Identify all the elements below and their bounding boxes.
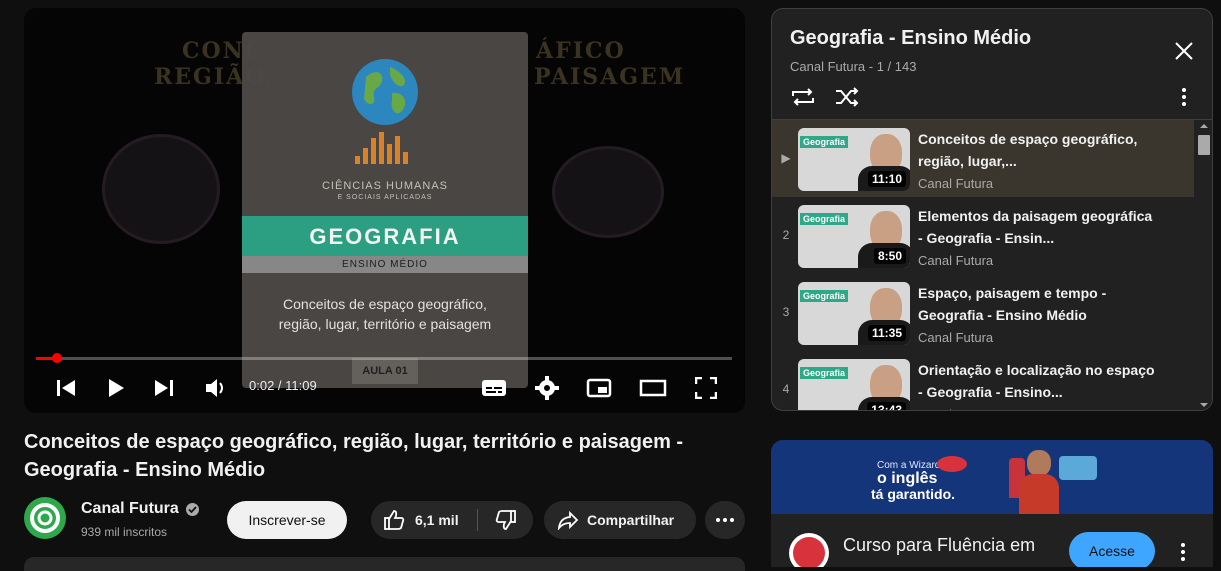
card-lesson-title: Conceitos de espaço geográfico, região, … <box>278 296 492 332</box>
playlist-item[interactable]: 3 Geografia 11:35 Espaço, paisagem e tempo … <box>772 274 1194 351</box>
fullscreen-icon[interactable] <box>692 374 720 402</box>
channel-avatar[interactable] <box>24 497 66 539</box>
playlist-item-thumbnail[interactable]: Geografia 13:43 <box>798 359 910 410</box>
card-subject: GEOGRAFIA <box>242 216 528 256</box>
dislike-button[interactable] <box>478 501 533 539</box>
playlist-item-index: ▶ <box>781 151 791 165</box>
progress-bar[interactable] <box>36 357 732 360</box>
ad-menu-icon[interactable] <box>1180 542 1186 562</box>
subscriber-count: 939 mil inscritos <box>81 525 168 539</box>
duration-badge: 11:35 <box>867 325 906 341</box>
playlist-title[interactable]: Geografia - Ensino Médio <box>790 27 1031 50</box>
duration-badge: 13:43 <box>867 402 906 410</box>
ad-advertiser-logo <box>789 533 829 567</box>
globe-icon <box>352 59 418 125</box>
like-button[interactable]: 6,1 mil <box>371 501 477 539</box>
next-icon[interactable] <box>150 374 178 402</box>
video-player[interactable]: CONC REGIÃO, ÁFICO PAISAGEM CIÊNCIAS HUM… <box>24 8 745 413</box>
playlist-menu-icon[interactable] <box>1181 87 1187 107</box>
ad-title[interactable]: Curso para Fluência em <box>843 535 1035 556</box>
chalk-text-right2: PAISAGEM <box>534 64 686 90</box>
thumb-tag: Geografia <box>800 136 849 148</box>
thumb-tag: Geografia <box>800 213 849 225</box>
more-actions-button[interactable] <box>705 501 745 539</box>
chalk-globe-drawing <box>102 134 220 244</box>
like-count: 6,1 mil <box>415 512 459 528</box>
playlist-items: ▶ Geografia 11:10 Conceitos de espaço geogr… <box>772 120 1194 410</box>
playlist-item[interactable]: 2 Geografia 8:50 Elementos da paisagem geog… <box>772 197 1194 274</box>
thumbs-up-icon <box>383 509 405 531</box>
playlist-panel: Geografia - Ensino Médio Canal Futura - … <box>771 8 1213 411</box>
more-horizontal-icon <box>716 518 734 522</box>
chalk-text-right: ÁFICO <box>536 38 626 64</box>
playlist-item-index: 4 <box>782 382 790 396</box>
playlist-meta: Canal Futura - 1 / 143 <box>790 59 917 74</box>
playlist-item-title: Elementos da paisagem geográfica - Geogr… <box>918 208 1153 246</box>
playlist-item-index: 3 <box>782 305 790 319</box>
subscribe-button[interactable]: Inscrever-se <box>227 501 347 539</box>
duration-badge: 8:50 <box>873 248 906 264</box>
ad-person <box>1019 450 1059 514</box>
description-box[interactable] <box>24 557 745 571</box>
lesson-card: CIÊNCIAS HUMANAS E SOCIAIS APLICADAS GEO… <box>242 32 528 388</box>
playlist-item[interactable]: 4 Geografia 13:43 Orientação e localização … <box>772 351 1194 410</box>
like-dislike-group: 6,1 mil <box>371 501 533 539</box>
ad-cta-button[interactable]: Acesse <box>1069 532 1155 567</box>
ad-banner[interactable]: Com a Wizard, o inglês tá garantido. <box>771 440 1213 514</box>
playlist-item-thumbnail[interactable]: Geografia 8:50 <box>798 205 910 268</box>
playlist-item-thumbnail[interactable]: Geografia 11:35 <box>798 282 910 345</box>
verified-badge-icon <box>186 503 199 516</box>
volume-icon[interactable] <box>202 374 230 402</box>
playlist-item-channel: Canal Futura <box>918 330 994 345</box>
playlist-item-index: 2 <box>782 228 790 242</box>
scrubber-handle[interactable] <box>51 353 62 363</box>
playlist-item-title: Espaço, paisagem e tempo - Geografia - E… <box>918 285 1107 323</box>
card-category: CIÊNCIAS HUMANAS <box>321 180 449 192</box>
channel-name[interactable]: Canal Futura <box>81 500 179 518</box>
playlist-item-channel: Canal Futura <box>918 176 994 191</box>
thumbs-down-icon <box>495 509 517 531</box>
miniplayer-icon[interactable] <box>585 374 613 402</box>
video-title: Conceitos de espaço geográfico, região, … <box>24 431 684 481</box>
chart-bars-icon <box>355 132 415 164</box>
thumb-tag: Geografia <box>800 367 849 379</box>
playlist-item-title: Orientação e localização no espaço - Geo… <box>918 362 1155 400</box>
playlist-scrollbar[interactable] <box>1196 120 1212 410</box>
playlist-item-thumbnail[interactable]: Geografia 11:10 <box>798 128 910 191</box>
duration-badge: 11:10 <box>867 171 906 187</box>
card-level: ENSINO MÉDIO <box>242 256 528 273</box>
thumb-tag: Geografia <box>800 290 849 302</box>
wizard-logo-icon <box>937 456 967 472</box>
share-icon <box>557 510 579 530</box>
ad-panel[interactable]: Com a Wizard, o inglês tá garantido. Cur… <box>771 440 1213 567</box>
share-label: Compartilhar <box>587 512 675 528</box>
playlist-item[interactable]: ▶ Geografia 11:10 Conceitos de espaço geogr… <box>772 120 1194 197</box>
time-display: 0:02 / 11:09 <box>249 378 317 393</box>
chalk-heart-drawing <box>552 146 664 238</box>
card-lesson-tag: AULA 01 <box>352 358 418 384</box>
shuffle-icon[interactable] <box>834 85 860 109</box>
ad-banner-big2: tá garantido. <box>871 486 956 502</box>
playlist-item-title: Conceitos de espaço geográfico, região, … <box>918 131 1138 169</box>
playlist-item-channel: Canal Futura <box>918 253 994 268</box>
play-icon[interactable] <box>102 374 130 402</box>
loop-icon[interactable] <box>790 85 816 109</box>
subtitles-icon[interactable] <box>480 374 508 402</box>
close-icon[interactable] <box>1172 39 1196 63</box>
card-category-sub: E SOCIAIS APLICADAS <box>337 194 433 201</box>
settings-gear-icon[interactable] <box>533 374 561 402</box>
theater-mode-icon[interactable] <box>639 374 667 402</box>
scrollbar-thumb[interactable] <box>1198 135 1210 155</box>
playlist-item-channel: Canal Futura <box>918 407 993 410</box>
ad-shopping-bags <box>1059 456 1097 480</box>
share-button[interactable]: Compartilhar <box>544 501 696 539</box>
previous-icon[interactable] <box>52 374 80 402</box>
